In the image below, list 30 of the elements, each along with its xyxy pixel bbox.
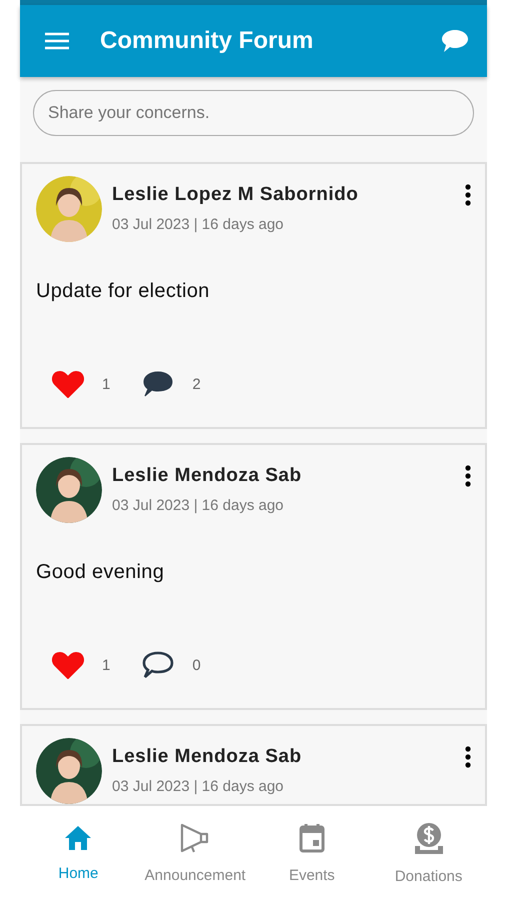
post-date: 03 Jul 2023 | 16 days ago	[112, 216, 285, 233]
chat-bubble-icon[interactable]	[441, 28, 469, 54]
post-date: 03 Jul 2023 | 16 days ago	[112, 497, 285, 514]
author-name: Leslie Lopez M Sabornido	[112, 184, 360, 206]
home-icon	[64, 824, 92, 850]
heart-icon[interactable]	[52, 651, 84, 679]
author-name: Leslie Mendoza Sab	[112, 465, 303, 487]
post-text: Update for election	[36, 280, 211, 303]
comment-count: 0	[192, 656, 201, 674]
more-options-icon[interactable]	[465, 746, 471, 768]
author-name: Leslie Mendoza Sab	[112, 746, 303, 768]
nav-tab[interactable]: Events	[254, 806, 370, 900]
post-input-field[interactable]: Share your concerns.	[33, 90, 474, 136]
like-count: 1	[102, 376, 110, 392]
nav-tab[interactable]: Home	[20, 806, 137, 900]
nav-tab[interactable]: Donations	[370, 806, 487, 900]
more-options-icon[interactable]	[465, 184, 471, 206]
post-text: Good evening	[36, 561, 166, 584]
heart-icon[interactable]	[52, 370, 84, 398]
donation-icon	[412, 822, 445, 854]
nav-tab[interactable]: Announcement	[136, 806, 254, 900]
like-count: 1	[102, 656, 110, 674]
more-options-icon[interactable]	[465, 465, 471, 487]
comment-icon[interactable]	[142, 651, 174, 679]
comment-icon[interactable]	[142, 370, 174, 398]
comment-count: 2	[192, 376, 201, 392]
calendar-icon	[298, 822, 325, 852]
menu-icon[interactable]	[44, 31, 70, 51]
post-date: 03 Jul 2023 | 16 days ago	[112, 778, 285, 795]
app-title: Community Forum	[100, 27, 314, 55]
